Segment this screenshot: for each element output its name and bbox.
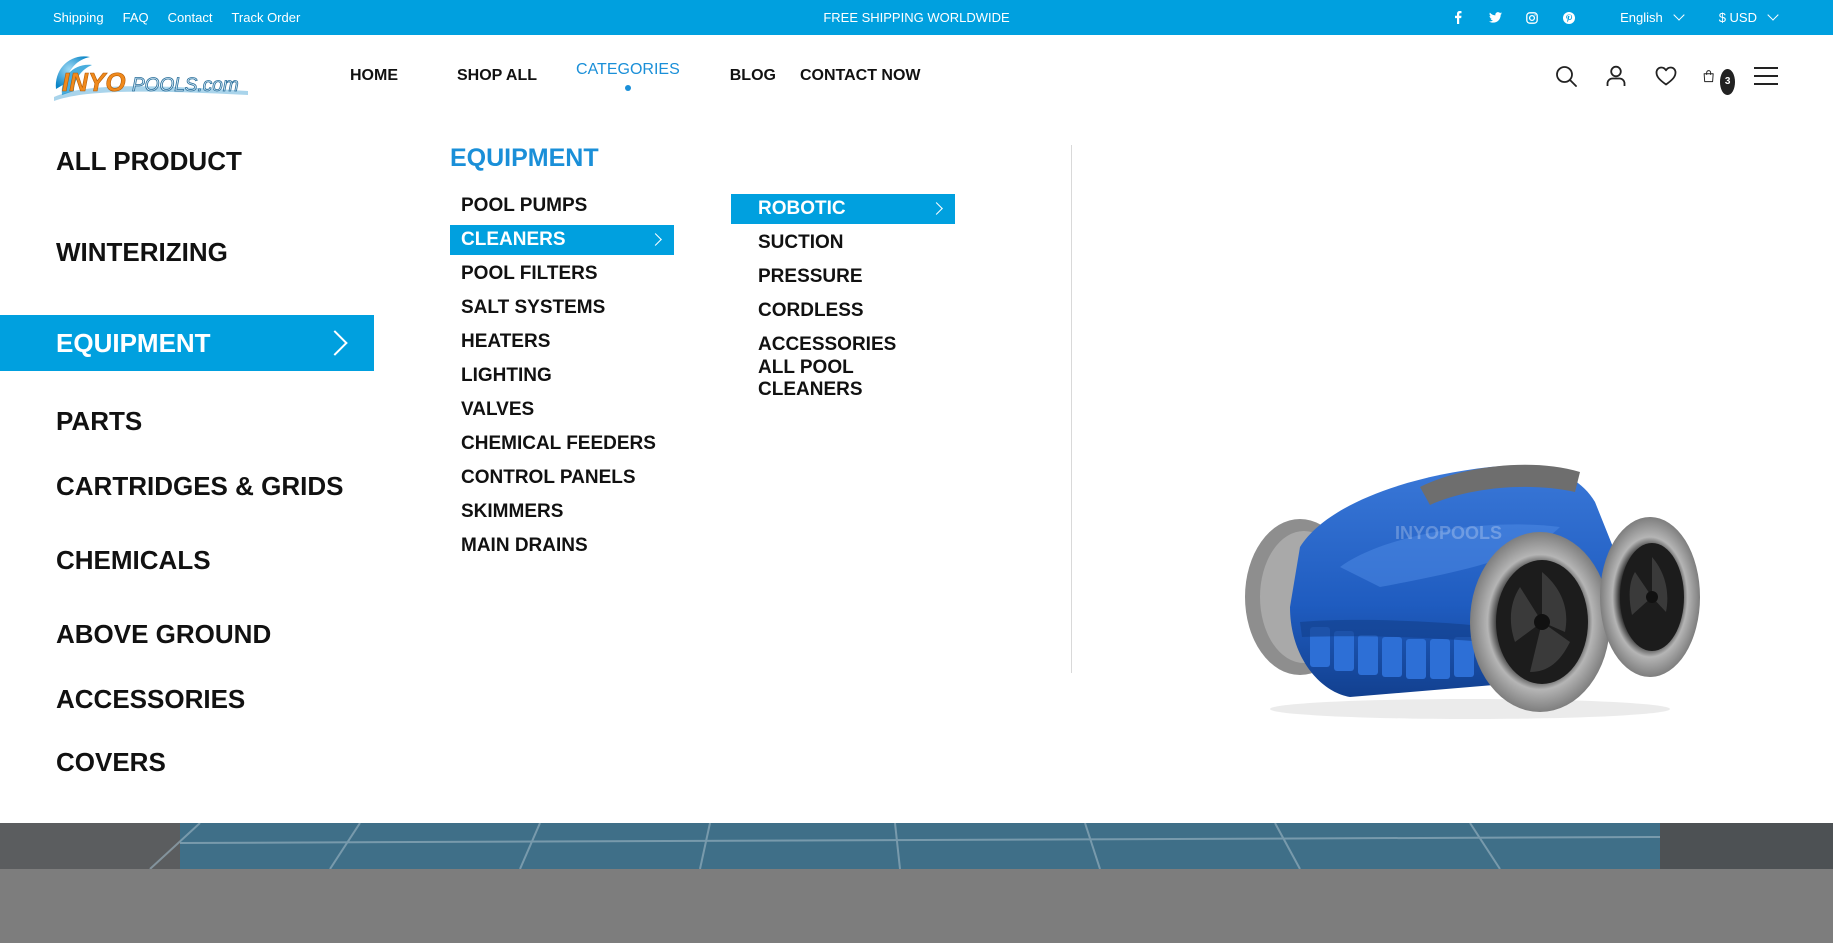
facebook-icon[interactable]: [1449, 9, 1467, 27]
subcategory-chemical-feeders[interactable]: CHEMICAL FEEDERS: [450, 429, 674, 459]
menu-icon[interactable]: [1753, 63, 1779, 89]
subcategory-pool-pumps[interactable]: POOL PUMPS: [450, 191, 674, 221]
subcategory-skimmers[interactable]: SKIMMERS: [450, 497, 674, 527]
subcategory-main-drains[interactable]: MAIN DRAINS: [450, 531, 674, 561]
shipping-link[interactable]: Shipping: [53, 10, 104, 25]
chevron-right-icon: [649, 233, 662, 246]
instagram-icon[interactable]: [1523, 9, 1541, 27]
currency-value: $ USD: [1718, 10, 1757, 25]
language-value: English: [1620, 10, 1663, 25]
cart-icon[interactable]: 3: [1703, 63, 1735, 95]
product-watermark: INYOPOOLS: [1395, 523, 1502, 543]
twitter-icon[interactable]: [1486, 9, 1504, 27]
wishlist-icon[interactable]: [1653, 63, 1679, 89]
chevron-down-icon: [1673, 9, 1685, 21]
robotic-pool-cleaner-image[interactable]: INYOPOOLS: [1230, 447, 1700, 727]
cleaner-type-suction[interactable]: SUCTION: [731, 228, 955, 258]
category-cartridges-grids[interactable]: CARTRIDGES & GRIDS: [0, 458, 374, 514]
main-nav: HOME SHOP ALL CATEGORIES BLOG CONTACT NO…: [350, 35, 921, 117]
faq-link[interactable]: FAQ: [123, 10, 149, 25]
cleaner-type-cordless[interactable]: CORDLESS: [731, 296, 955, 326]
subcategory-control-panels[interactable]: CONTROL PANELS: [450, 463, 674, 493]
subcategory-cleaners-label: CLEANERS: [461, 229, 566, 250]
cleaner-type-robotic-label: ROBOTIC: [758, 198, 846, 219]
top-bar: Shipping FAQ Contact Track Order FREE SH…: [0, 0, 1833, 35]
cleaner-type-pressure[interactable]: PRESSURE: [731, 262, 955, 292]
subcategory-heaters[interactable]: HEATERS: [450, 327, 674, 357]
category-equipment-label: EQUIPMENT: [56, 327, 211, 358]
subcategory-cleaners[interactable]: CLEANERS: [450, 225, 674, 255]
currency-selector[interactable]: $ USD: [1718, 9, 1779, 25]
category-chemicals[interactable]: CHEMICALS: [0, 532, 374, 588]
cleaner-type-accessories[interactable]: ACCESSORIES: [731, 330, 955, 360]
chevron-down-icon: [1767, 9, 1779, 21]
subcategory-valves[interactable]: VALVES: [450, 395, 674, 425]
hero-pool-image-strip: [0, 823, 1833, 869]
top-links: Shipping FAQ Contact Track Order: [53, 0, 300, 35]
nav-home[interactable]: HOME: [350, 67, 398, 85]
menu-divider: [1071, 145, 1072, 673]
cleaner-type-robotic[interactable]: ROBOTIC: [731, 194, 955, 224]
nav-contact-now[interactable]: CONTACT NOW: [800, 67, 921, 85]
category-accessories[interactable]: ACCESSORIES: [0, 671, 374, 727]
contact-link[interactable]: Contact: [168, 10, 213, 25]
category-winterizing[interactable]: WINTERIZING: [0, 224, 374, 280]
category-covers[interactable]: COVERS: [0, 734, 374, 790]
svg-text:POOLS.com: POOLS.com: [132, 75, 239, 96]
category-equipment[interactable]: EQUIPMENT: [0, 315, 374, 371]
pinterest-icon[interactable]: [1560, 9, 1578, 27]
subcategory-lighting[interactable]: LIGHTING: [450, 361, 674, 391]
cart-count-badge: 3: [1720, 69, 1735, 95]
page-dim-overlay[interactable]: [0, 869, 1833, 943]
equipment-heading[interactable]: EQUIPMENT: [450, 144, 599, 173]
subcategory-pool-filters[interactable]: POOL FILTERS: [450, 259, 674, 289]
nav-categories-label: CATEGORIES: [576, 61, 680, 78]
social-links: [1449, 9, 1578, 27]
track-order-link[interactable]: Track Order: [231, 10, 300, 25]
chevron-right-icon: [930, 202, 943, 215]
account-icon[interactable]: [1603, 63, 1629, 89]
language-selector[interactable]: English: [1620, 9, 1685, 25]
category-above-ground[interactable]: ABOVE GROUND: [0, 606, 374, 662]
site-header: INYO POOLS.com HOME SHOP ALL CATEGORIES …: [0, 35, 1833, 117]
category-all-product[interactable]: ALL PRODUCT: [0, 133, 374, 189]
header-icons: 3: [1553, 35, 1779, 117]
category-parts[interactable]: PARTS: [0, 393, 374, 449]
svg-text:INYO: INYO: [62, 67, 126, 97]
nav-shop-all[interactable]: SHOP ALL: [457, 67, 537, 85]
site-logo[interactable]: INYO POOLS.com: [52, 51, 252, 103]
cleaner-type-all-pool-cleaners[interactable]: ALL POOL CLEANERS: [731, 357, 955, 400]
nav-blog[interactable]: BLOG: [730, 67, 776, 85]
top-bar-right: English $ USD: [1449, 0, 1779, 35]
nav-categories[interactable]: CATEGORIES: [576, 61, 680, 91]
active-indicator-dot: [624, 85, 631, 91]
chevron-right-icon: [322, 330, 348, 356]
categories-mega-menu: ALL PRODUCT WINTERIZING EQUIPMENT PARTS …: [0, 117, 1833, 823]
search-icon[interactable]: [1553, 63, 1579, 89]
subcategory-salt-systems[interactable]: SALT SYSTEMS: [450, 293, 674, 323]
